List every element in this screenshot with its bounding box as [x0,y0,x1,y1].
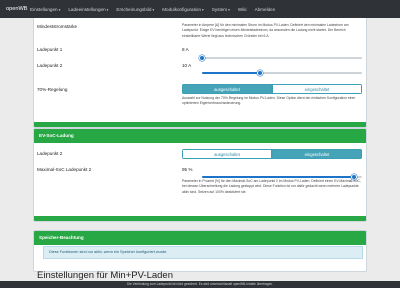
pv-settings-card: Mindeststromstärke Parameter in Ampere [… [33,16,367,128]
card-footer-bar [34,216,366,221]
brand-logo-text[interactable]: openWB [0,6,30,12]
nav-label: Erscheinungsbild [116,6,152,12]
lp1-label: Ladepunkt 1 [37,47,63,52]
nav-label: Modulkonfiguration [162,6,202,12]
max-soc-help: Parameter in Prozent [%] für den Maximal… [182,179,361,194]
bottom-status-bar: Die Verbindung zum Ladepunkt ist nicht g… [0,281,400,288]
chevron-down-icon: ▾ [202,7,204,12]
nav-system[interactable]: System▾ [212,7,230,12]
lp1-value: 8 A [182,47,189,52]
max-soc-slider[interactable] [202,174,362,180]
ev-soc-off-button[interactable]: ausgeschaltet [182,149,272,159]
nav-label: System [211,6,228,12]
ev-soc-on-button[interactable]: eingeschaltet [272,149,362,159]
lp2-value: 10 A [182,63,192,68]
regelung-on-button[interactable]: eingeschaltet [272,84,362,94]
max-soc-value: 95 % [182,167,193,172]
mindeststrom-help: Parameter in Ampere [A] für den minimale… [182,23,349,38]
lp2-label: Ladepunkt 2 [37,63,63,68]
max-soc-label: Maximal-SoC Ladepunkt 2 [37,167,92,172]
speicher-info-alert: Diese Funktionen sind nur aktiv, wenn ei… [43,246,363,259]
lp2-slider[interactable] [202,70,362,76]
nav-label: Ladeeinstellungen [68,6,106,12]
slider-fill [202,72,260,74]
nav-modulkonfiguration[interactable]: Modulkonfiguration▾ [162,7,204,12]
nav-ladeeinstellungen[interactable]: Ladeeinstellungen▾ [68,7,108,12]
speicher-card: Speicher-Beachtung Diese Funktionen sind… [33,230,367,272]
ev-soc-card-title: EV-SoC-Ladung [34,129,366,143]
lp1-slider[interactable] [199,55,362,61]
card-footer-bar [34,122,366,127]
regelung-off-button[interactable]: ausgeschaltet [182,84,272,94]
slider-knob[interactable] [199,55,205,61]
ev-soc-toggle: ausgeschaltet eingeschaltet [182,149,362,159]
chevron-down-icon: ▾ [228,7,230,12]
nav-einstellungen[interactable]: Einstellungen▾ [30,7,60,12]
regelung-help: Auswahl zur Nutzung der 70%-Regelung im … [182,96,356,106]
slider-fill [202,176,354,178]
ev-soc-lp2-label: Ladepunkt 2 [37,151,63,156]
nav-label: Einstellungen [30,6,58,12]
nav-wiki[interactable]: Wiki [238,7,247,12]
regelung-label: 70%-Regelung [37,87,68,92]
ev-soc-card: EV-SoC-Ladung Ladepunkt 2 ausgeschaltet … [33,128,367,222]
mindeststrom-label: Mindeststromstärke [37,24,78,29]
chevron-down-icon: ▾ [152,7,155,12]
slider-knob[interactable] [256,70,263,76]
nav-abmelden[interactable]: Abmelden [255,7,276,12]
chevron-down-icon: ▾ [58,7,61,12]
chevron-down-icon: ▾ [106,7,109,12]
nav-erscheinungsbild[interactable]: Erscheinungsbild▾ [116,7,154,12]
speicher-card-title: Speicher-Beachtung [34,231,366,245]
top-navbar: openWB Einstellungen▾ Ladeeinstellungen▾… [0,0,400,18]
section-heading: Einstellungen für Min+PV-Laden [37,270,173,281]
regelung-toggle: ausgeschaltet eingeschaltet [182,84,362,94]
